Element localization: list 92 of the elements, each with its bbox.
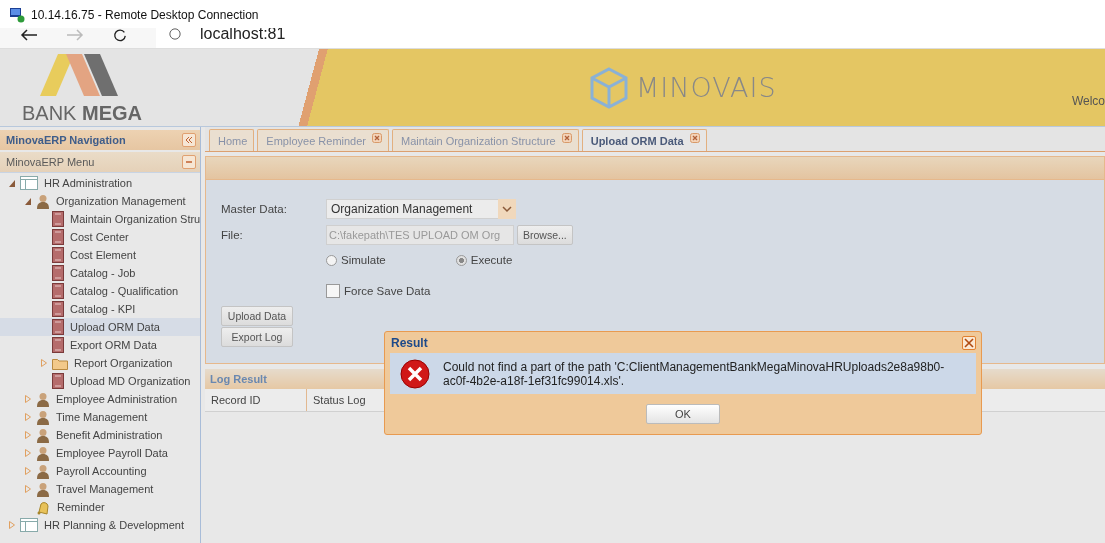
radio-option[interactable]: Execute: [455, 254, 513, 266]
expanded-arrow-icon[interactable]: [8, 178, 16, 188]
book-icon: [52, 319, 64, 335]
table-icon: [20, 176, 38, 190]
radio-option[interactable]: Simulate: [326, 254, 386, 266]
collapsed-arrow-icon[interactable]: [24, 448, 32, 458]
tree-item[interactable]: Payroll Accounting: [0, 462, 200, 480]
collapsed-arrow-icon[interactable]: [24, 466, 32, 476]
master-data-dropdown[interactable]: Organization Management: [326, 199, 516, 219]
info-icon: [168, 28, 182, 40]
field-label: File:: [221, 229, 244, 241]
collapsed-arrow-icon[interactable]: [24, 412, 32, 422]
book-icon: [52, 301, 64, 317]
person-icon: [36, 463, 50, 479]
book-icon: [52, 247, 64, 263]
person-icon: [36, 391, 50, 407]
person-icon: [36, 481, 50, 497]
book-icon: [52, 373, 64, 389]
book-icon: [52, 229, 64, 245]
tree-item[interactable]: Reminder: [0, 498, 200, 516]
tree-item[interactable]: Benefit Administration: [0, 426, 200, 444]
expanded-arrow-icon[interactable]: [24, 196, 32, 206]
caret-icon: [498, 199, 516, 219]
tree-item[interactable]: Travel Management: [0, 480, 200, 498]
radio-button[interactable]: [455, 254, 467, 266]
error-message: Could not find a part of the path 'C:ClientManagementBankMegaMinovaHRUploads2e8a98b0-ac0f-4b2e-a18f-1ef31fc99014.xls'.: [443, 359, 946, 388]
log-title: Log Result: [210, 373, 267, 385]
field-label: Master Data:: [221, 203, 288, 215]
tree-item[interactable]: Organization Management: [0, 192, 200, 210]
book-icon: [52, 283, 64, 299]
tree-item[interactable]: Upload MD Organization: [0, 372, 200, 390]
tree-item[interactable]: Catalog - KPI: [0, 300, 200, 318]
collapsed-arrow-icon[interactable]: [24, 430, 32, 440]
tree-item[interactable]: HR Planning & Development: [0, 516, 200, 534]
error-icon: [400, 358, 430, 389]
book-icon: [52, 265, 64, 281]
welcome-text: Welco: [1071, 94, 1105, 108]
remote-desktop-icon: [9, 7, 25, 23]
tree-item[interactable]: Employee Payroll Data: [0, 444, 200, 462]
browse-button[interactable]: Browse...: [517, 225, 573, 245]
menu-title: MinovaERP Menu: [6, 156, 95, 168]
bell-icon: [36, 499, 51, 515]
person-icon: [36, 193, 50, 209]
address-bar[interactable]: localhost:81: [156, 28, 1105, 48]
book-icon: [52, 337, 64, 353]
collapse-button[interactable]: [182, 133, 196, 147]
cube-icon: [590, 66, 628, 109]
action-button[interactable]: Export Log: [221, 327, 293, 347]
address-text: localhost:81: [200, 28, 286, 40]
collapsed-arrow-icon[interactable]: [8, 520, 16, 530]
tree-item[interactable]: Employee Administration: [0, 390, 200, 408]
navigation-title: MinovaERP Navigation: [6, 134, 126, 146]
close-icon[interactable]: [689, 132, 700, 143]
close-icon[interactable]: [561, 132, 572, 143]
folder-icon: [52, 356, 68, 370]
minus-icon: [185, 158, 193, 166]
window-title: 10.14.16.75 - Remote Desktop Connection: [31, 8, 259, 22]
tree-item[interactable]: Catalog - Job: [0, 264, 200, 282]
tree-item[interactable]: Cost Center: [0, 228, 200, 246]
tree-item[interactable]: Report Organization: [0, 354, 200, 372]
collapsed-arrow-icon[interactable]: [24, 484, 32, 494]
close-icon[interactable]: [372, 132, 382, 143]
table-icon: [20, 518, 38, 532]
double-chevron-icon: [185, 136, 193, 144]
reload-icon[interactable]: [112, 28, 128, 42]
tree-item[interactable]: Export ORM Data: [0, 336, 200, 354]
checkbox-option[interactable]: Force Save Data: [221, 284, 1104, 298]
bank-logo-text: BANK MEGA: [22, 102, 143, 125]
tree-item[interactable]: HR Administration: [0, 174, 200, 192]
tree-item[interactable]: Maintain Organization Stru: [0, 210, 200, 228]
back-icon[interactable]: [20, 28, 38, 42]
radio-button[interactable]: [326, 254, 337, 266]
tree-item[interactable]: Upload ORM Data: [0, 318, 200, 336]
person-icon: [36, 445, 50, 461]
tree-item[interactable]: Cost Element: [0, 246, 200, 264]
tab[interactable]: Upload ORM Data: [581, 129, 707, 151]
tree-item[interactable]: Catalog - Qualification: [0, 282, 200, 300]
close-button[interactable]: [962, 335, 976, 350]
book-icon: [52, 211, 64, 227]
forward-icon[interactable]: [66, 28, 84, 42]
column-header[interactable]: Record ID: [205, 389, 307, 411]
dialog-title: Result: [390, 335, 428, 350]
person-icon: [36, 409, 50, 425]
person-icon: [36, 427, 50, 443]
app-logo-text: MINOVAIS: [636, 72, 777, 103]
action-button[interactable]: Upload Data: [221, 306, 293, 326]
ok-button[interactable]: OK: [646, 404, 720, 424]
minimize-button[interactable]: [182, 155, 196, 169]
tree-item[interactable]: Time Management: [0, 408, 200, 426]
collapsed-arrow-icon[interactable]: [24, 394, 32, 404]
checkbox[interactable]: [326, 284, 340, 298]
collapsed-arrow-icon[interactable]: [40, 358, 48, 368]
